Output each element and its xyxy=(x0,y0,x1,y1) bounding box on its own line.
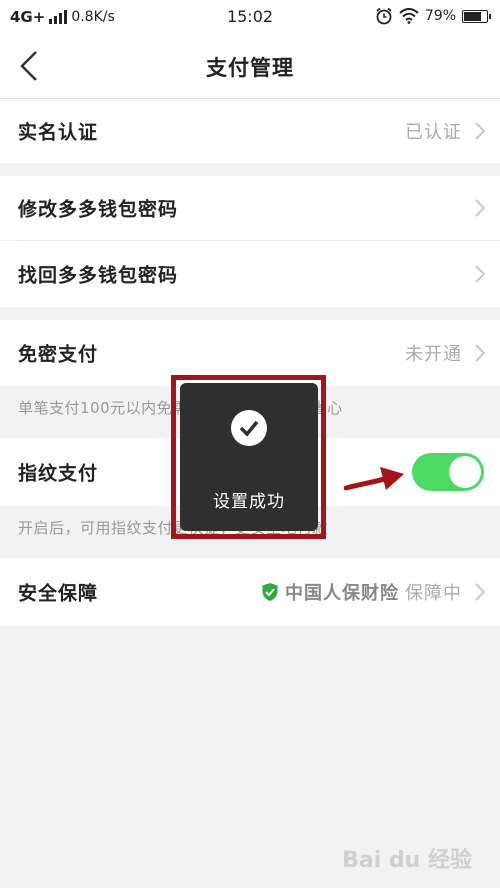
nav-header: 支付管理 xyxy=(0,34,500,99)
status-bar: 4G+ 0.8K/s 15:02 79% xyxy=(0,0,500,34)
annotation-highlight-box xyxy=(171,375,326,539)
find-password-row[interactable]: 找回多多钱包密码 xyxy=(0,241,500,307)
insurance-info: 中国人保财险 保障中 xyxy=(261,579,462,605)
status-right: 79% xyxy=(375,7,491,25)
chevron-right-icon xyxy=(475,265,486,283)
security-row[interactable]: 安全保障 中国人保财险 保障中 xyxy=(0,558,500,626)
fingerprint-toggle[interactable] xyxy=(412,453,484,491)
chevron-right-icon xyxy=(475,199,486,217)
realname-status: 已认证 xyxy=(405,122,462,143)
chevron-right-icon xyxy=(475,583,486,601)
change-password-label: 修改多多钱包密码 xyxy=(18,198,179,221)
toggle-knob xyxy=(449,456,481,488)
fingerprint-pay-label: 指纹支付 xyxy=(18,462,99,485)
security-label: 安全保障 xyxy=(18,582,99,605)
chevron-right-icon xyxy=(475,344,486,362)
page-title: 支付管理 xyxy=(206,56,294,80)
alarm-icon xyxy=(376,7,392,25)
shield-check-icon xyxy=(262,583,278,601)
arrow-right-icon xyxy=(344,467,404,491)
realname-row[interactable]: 实名认证 已认证 xyxy=(0,99,500,163)
battery-percent: 79% xyxy=(424,8,456,24)
no-password-pay-status: 未开通 xyxy=(405,344,462,365)
chevron-right-icon xyxy=(475,122,486,140)
battery-icon xyxy=(462,9,491,23)
realname-label: 实名认证 xyxy=(18,121,99,144)
insurance-status: 保障中 xyxy=(405,583,462,604)
change-password-row[interactable]: 修改多多钱包密码 xyxy=(0,176,500,240)
find-password-label: 找回多多钱包密码 xyxy=(18,264,179,287)
watermark: Bai du 经验 xyxy=(342,848,472,873)
insurer-name: 中国人保财险 xyxy=(285,583,399,604)
battery-fill xyxy=(464,11,481,21)
wifi-icon xyxy=(399,8,419,24)
no-password-pay-label: 免密支付 xyxy=(18,343,99,366)
